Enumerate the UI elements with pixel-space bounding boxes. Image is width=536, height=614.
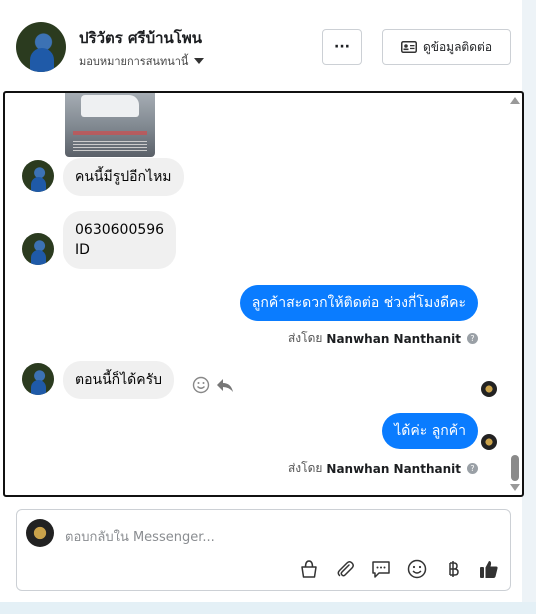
sent-by-prefix: ส่งโดย [287, 331, 323, 345]
reply-composer[interactable]: ตอบกลับใน Messenger... [16, 509, 511, 591]
like-icon[interactable] [478, 558, 500, 580]
agent-name: Nanwhan Nanthanit [326, 461, 461, 476]
sender-avatar [22, 363, 54, 395]
composer-toolbar [298, 558, 500, 580]
contact-name[interactable]: ปริวัตร ศรีบ้านโพน [79, 26, 202, 50]
contact-card-icon [400, 41, 417, 53]
chat-bubble-icon[interactable] [370, 558, 392, 580]
incoming-message[interactable]: ตอนนี้ก็ได้ครับ [63, 361, 175, 399]
view-contact-label: ดูข้อมูลติดต่อ [422, 39, 493, 54]
page-avatar [26, 519, 54, 547]
assign-conversation-dropdown[interactable]: มอบหมายการสนทนานี้ [79, 52, 205, 70]
sent-by-line: ส่งโดย Nanwhan Nanthanit ? [288, 459, 478, 478]
conversation-header: ปริวัตร ศรีบ้านโพน มอบหมายการสนทนานี้ ··… [0, 0, 522, 90]
help-icon[interactable]: ? [467, 463, 478, 474]
reply-icon[interactable] [216, 377, 234, 393]
seen-avatar [481, 434, 497, 450]
sender-avatar [22, 233, 54, 265]
incoming-message[interactable]: 0630600596 ID [63, 211, 177, 269]
right-edge [522, 0, 536, 614]
image-content [73, 131, 147, 135]
agent-name: Nanwhan Nanthanit [326, 331, 461, 346]
sent-by-prefix: ส่งโดย [287, 461, 323, 475]
image-attachment[interactable] [65, 93, 155, 157]
message-thread[interactable]: คนนี้มีรูปอีกไหม 0630600596 ID ลูกค้าสะด… [3, 91, 524, 497]
contact-avatar[interactable] [16, 22, 66, 72]
emoji-icon[interactable] [192, 376, 210, 394]
attach-icon[interactable] [334, 558, 356, 580]
help-icon[interactable]: ? [467, 333, 478, 344]
outgoing-message[interactable]: ลูกค้าสะดวกให้ติดต่อ ช่วงกี่โมงดีคะ [239, 285, 478, 321]
reply-input[interactable]: ตอบกลับใน Messenger... [65, 526, 215, 547]
assign-label: มอบหมายการสนทนานี้ [79, 55, 189, 68]
image-content [73, 141, 147, 151]
view-contact-button[interactable]: ดูข้อมูลติดต่อ [382, 29, 511, 65]
message-line: 0630600596 [75, 222, 165, 238]
outgoing-message[interactable]: ได้ค่ะ ลูกค้า [382, 413, 478, 449]
incoming-message[interactable]: คนนี้มีรูปอีกไหม [63, 158, 184, 196]
caret-down-icon [194, 58, 205, 64]
bottom-edge [0, 602, 536, 614]
more-button[interactable]: ··· [322, 29, 362, 65]
more-icon: ··· [334, 39, 350, 55]
gift-icon[interactable] [298, 558, 320, 580]
baht-icon[interactable] [442, 558, 464, 580]
message-line: ID [75, 242, 90, 258]
sender-avatar [22, 160, 54, 192]
seen-avatar [481, 381, 497, 397]
scroll-down-arrow[interactable] [510, 484, 520, 491]
scrollbar-thumb[interactable] [511, 455, 519, 481]
scroll-up-arrow[interactable] [510, 97, 520, 104]
sent-by-line: ส่งโดย Nanwhan Nanthanit ? [288, 329, 478, 348]
image-content [81, 95, 139, 117]
message-actions [192, 376, 234, 394]
emoji-icon[interactable] [406, 558, 428, 580]
